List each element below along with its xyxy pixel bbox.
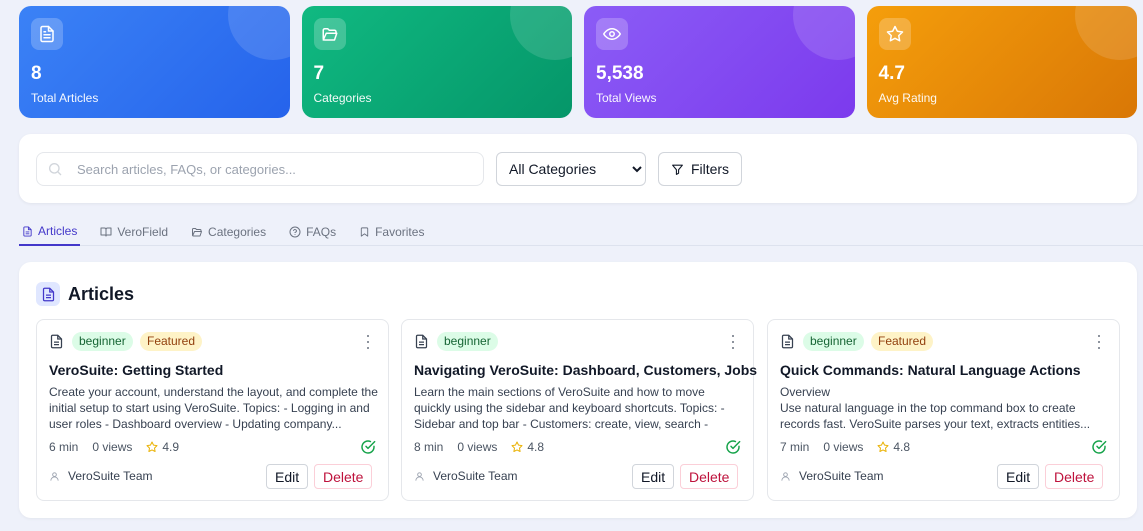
stat-label: Categories (313, 91, 372, 105)
document-icon (31, 18, 63, 50)
category-select[interactable]: All Categories (496, 152, 646, 186)
level-badge: beginner (803, 332, 864, 351)
stat-card-categories: 7 Categories (301, 6, 572, 118)
level-badge: beginner (437, 332, 498, 351)
tab-verofield[interactable]: VeroField (97, 218, 171, 246)
edit-button[interactable]: Edit (632, 464, 675, 489)
filter-icon (672, 164, 683, 175)
article-meta: 6 min 0 views 4.9 (49, 440, 179, 454)
stat-value: 7 (313, 63, 325, 84)
article-description: Overview Use natural language in the top… (780, 385, 1091, 431)
search-icon (49, 163, 62, 176)
read-time: 7 min (780, 440, 810, 454)
stat-card-total-views: 5,538 Total Views (584, 6, 855, 118)
article-card[interactable]: beginner Featured VeroSuite: Getting Sta… (36, 319, 389, 501)
folder-open-icon (313, 18, 346, 50)
rating: 4.8 (893, 440, 911, 454)
star-icon (877, 441, 889, 452)
document-icon (23, 225, 32, 237)
view-count: 0 views (823, 440, 864, 454)
tab-bar: Articles VeroField Categories FAQs Favor… (19, 218, 1143, 246)
article-description: Learn the main sections of VeroSuite and… (414, 385, 725, 431)
document-icon (50, 334, 63, 349)
author-name: VeroSuite Team (799, 469, 884, 483)
level-badge: beginner (72, 332, 133, 351)
article-meta: 8 min 0 views 4.8 (414, 440, 544, 454)
check-circle-icon (361, 440, 376, 454)
stat-label: Avg Rating (878, 91, 937, 105)
check-circle-icon (1092, 440, 1107, 454)
filters-button[interactable]: Filters (658, 152, 742, 186)
tab-articles[interactable]: Articles (19, 218, 81, 246)
tab-label: Favorites (375, 225, 425, 239)
stat-card-total-articles: 8 Total Articles (19, 6, 290, 118)
article-meta: 7 min 0 views 4.8 (780, 440, 910, 454)
edit-button[interactable]: Edit (997, 464, 1040, 489)
panel-title: Articles (68, 284, 135, 304)
delete-button[interactable]: Delete (1045, 464, 1104, 489)
user-icon (50, 471, 59, 481)
star-icon (878, 18, 911, 50)
stat-label: Total Views (596, 91, 657, 105)
folder-open-icon (192, 228, 203, 237)
tab-categories[interactable]: Categories (188, 218, 269, 246)
author: VeroSuite Team (780, 469, 884, 483)
featured-badge: Featured (871, 332, 934, 351)
rating: 4.9 (162, 440, 180, 454)
read-time: 8 min (414, 440, 444, 454)
featured-badge: Featured (140, 332, 203, 351)
stat-value: 8 (31, 63, 42, 84)
author-name: VeroSuite Team (433, 469, 518, 483)
stat-card-avg-rating: 4.7 Avg Rating (866, 6, 1137, 118)
article-title[interactable]: VeroSuite: Getting Started (49, 362, 223, 378)
delete-button[interactable]: Delete (314, 464, 373, 489)
star-icon (511, 441, 523, 452)
author: VeroSuite Team (414, 469, 518, 483)
tab-label: Articles (38, 224, 78, 238)
article-description: Create your account, understand the layo… (49, 385, 378, 431)
eye-icon (596, 18, 628, 50)
bookmark-icon (360, 227, 369, 237)
help-circle-icon (289, 226, 301, 238)
articles-panel: Articles beginner Featured VeroSuite: Ge… (19, 262, 1137, 518)
star-icon (146, 441, 158, 452)
search-input[interactable] (36, 152, 484, 186)
article-card[interactable]: beginner Featured Quick Commands: Natura… (767, 319, 1120, 501)
document-icon (415, 334, 428, 349)
stats-row: 8 Total Articles 7 Categories 5,538 Tota… (19, 6, 1137, 118)
tab-faqs[interactable]: FAQs (286, 218, 339, 246)
stat-label: Total Articles (31, 91, 99, 105)
edit-button[interactable]: Edit (266, 464, 309, 489)
read-time: 6 min (49, 440, 79, 454)
delete-button[interactable]: Delete (680, 464, 739, 489)
rating: 4.8 (527, 440, 545, 454)
check-circle-icon (726, 440, 741, 454)
search-filter-bar: All Categories Filters (19, 134, 1137, 203)
document-icon (781, 334, 794, 349)
article-title[interactable]: Navigating VeroSuite: Dashboard, Custome… (414, 362, 757, 378)
more-options-icon[interactable] (366, 335, 370, 349)
more-options-icon[interactable] (1097, 335, 1101, 349)
stat-value: 5,538 (596, 63, 644, 84)
stat-value: 4.7 (878, 63, 905, 84)
tab-label: Categories (208, 225, 267, 239)
user-icon (781, 471, 790, 481)
author: VeroSuite Team (49, 469, 153, 483)
book-open-icon (100, 227, 112, 237)
article-title[interactable]: Quick Commands: Natural Language Actions (780, 362, 1081, 378)
filters-label: Filters (690, 161, 730, 177)
document-icon (36, 282, 60, 306)
view-count: 0 views (92, 440, 133, 454)
author-name: VeroSuite Team (68, 469, 153, 483)
tab-favorites[interactable]: Favorites (356, 218, 427, 246)
article-card[interactable]: beginner Navigating VeroSuite: Dashboard… (401, 319, 757, 501)
tab-label: VeroField (117, 225, 169, 239)
user-icon (415, 471, 424, 481)
view-count: 0 views (457, 440, 498, 454)
tab-label: FAQs (306, 225, 337, 239)
more-options-icon[interactable] (731, 335, 735, 349)
